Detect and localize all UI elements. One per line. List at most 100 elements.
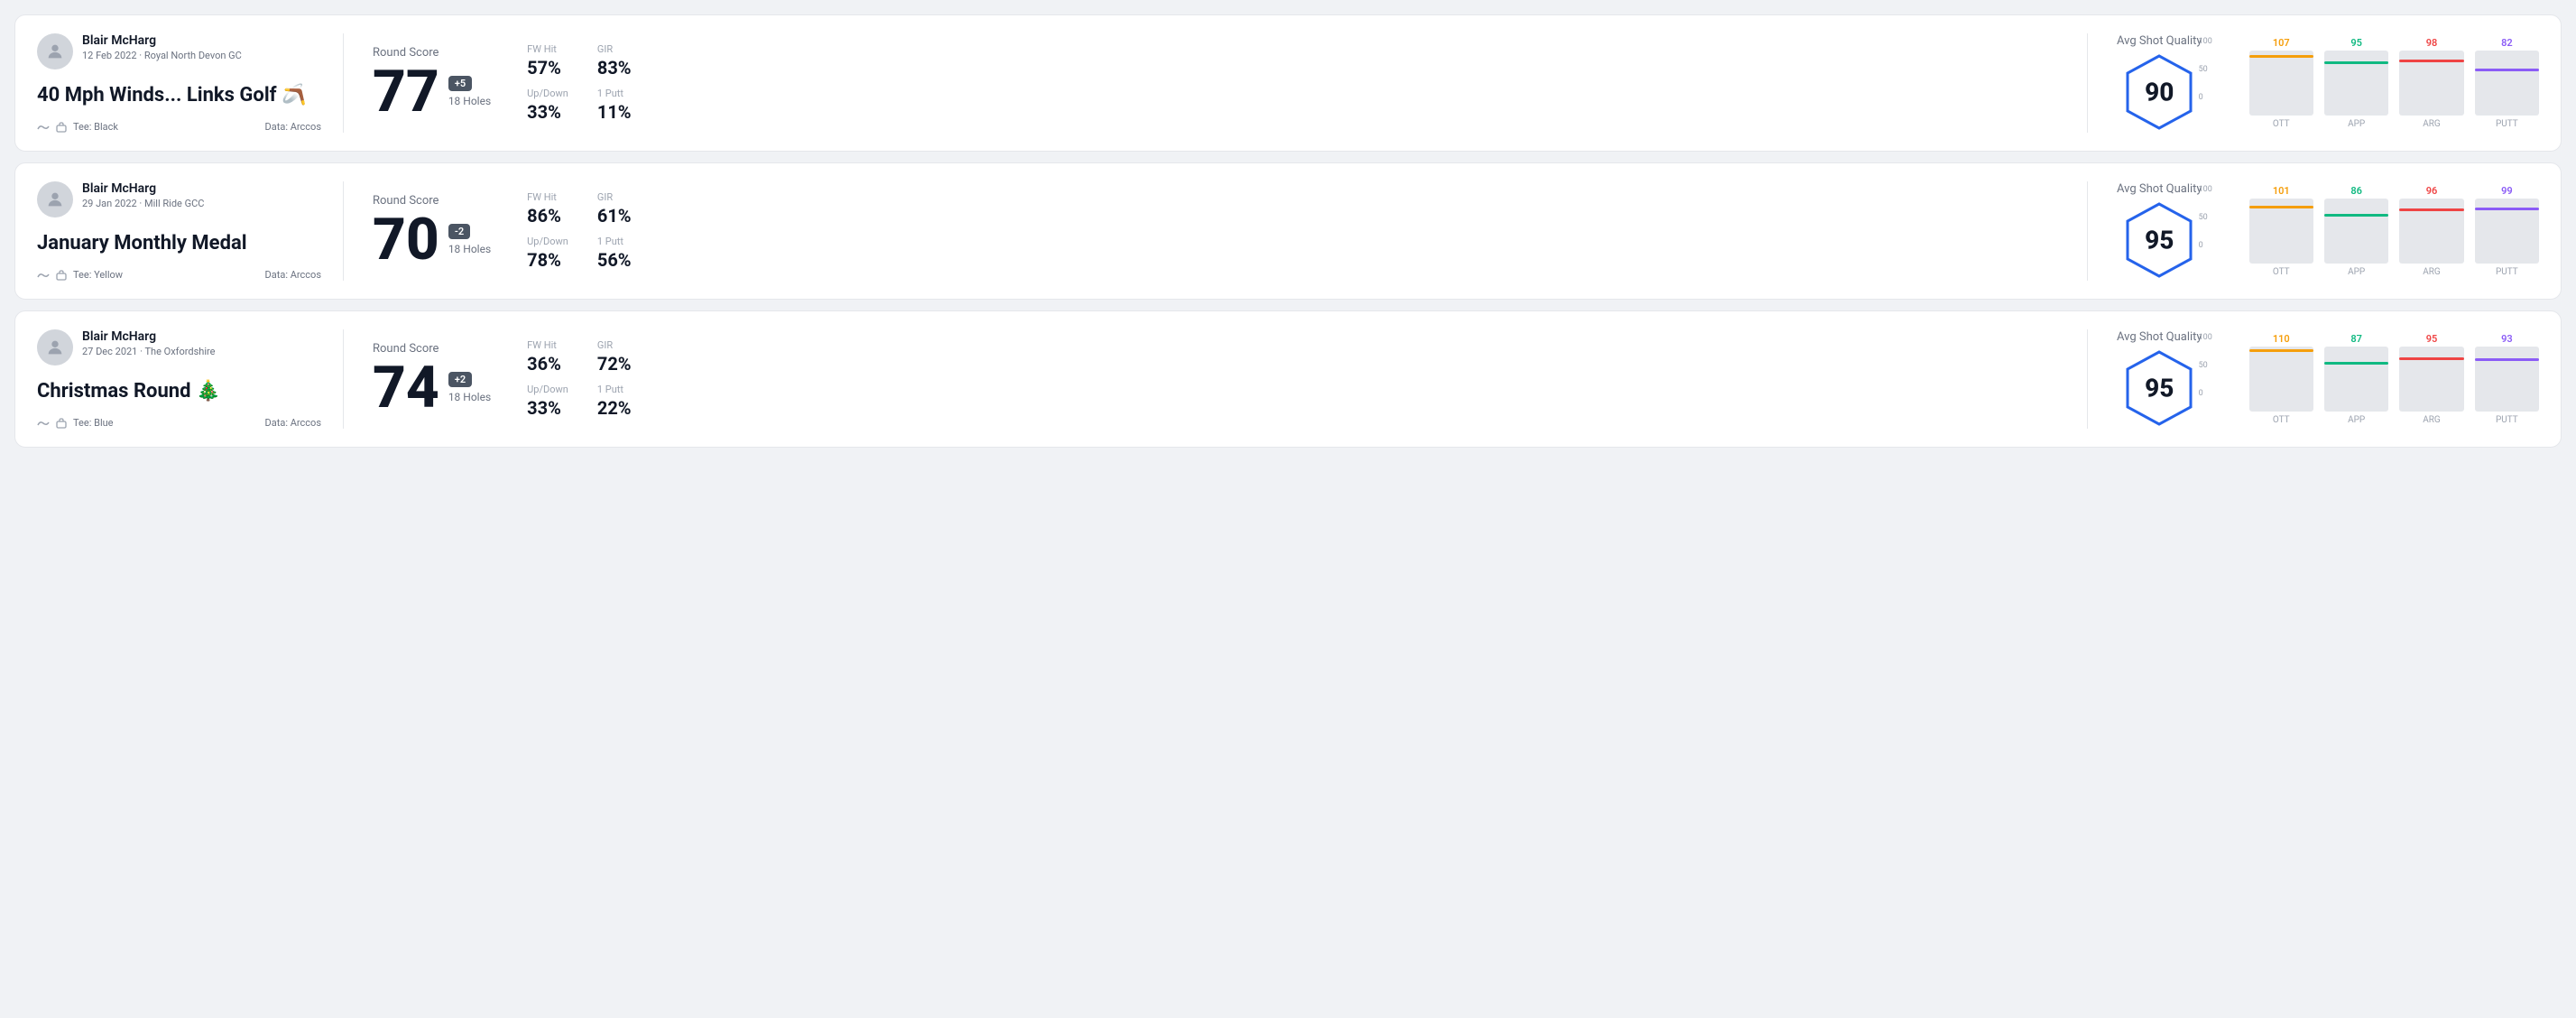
bar-label-ott: OTT bbox=[2249, 119, 2313, 129]
stat-up-down: Up/Down 33% bbox=[527, 384, 568, 419]
avatar bbox=[37, 329, 73, 366]
bar-label-ott: OTT bbox=[2249, 267, 2313, 277]
tee-info: Tee: Blue bbox=[37, 417, 114, 429]
quality-label: Avg Shot Quality bbox=[2117, 34, 2202, 48]
bag-icon bbox=[55, 122, 68, 133]
stat-fw-hit-value: 86% bbox=[527, 205, 568, 227]
user-details: Blair McHarg29 Jan 2022 · Mill Ride GCC bbox=[82, 181, 204, 209]
bar-marker-app bbox=[2324, 362, 2388, 365]
stat-gir: GIR72% bbox=[597, 339, 639, 375]
stats-grid: FW Hit86%GIR61%Up/Down78%1 Putt56% bbox=[527, 191, 638, 271]
user-details: Blair McHarg27 Dec 2021 · The Oxfordshir… bbox=[82, 329, 215, 357]
weather-icon bbox=[37, 271, 50, 280]
chart-values-row: 110879593 bbox=[2249, 333, 2539, 345]
stats-grid: FW Hit36%GIR72%Up/Down33%1 Putt22% bbox=[527, 339, 638, 419]
stat-gir-value: 72% bbox=[597, 353, 639, 375]
user-details: Blair McHarg12 Feb 2022 · Royal North De… bbox=[82, 33, 242, 61]
quality-label: Avg Shot Quality bbox=[2117, 330, 2202, 344]
round-left-section: Blair McHarg12 Feb 2022 · Royal North De… bbox=[37, 33, 344, 133]
bar-value-app: 86 bbox=[2324, 185, 2388, 197]
bar-label-putt: PUTT bbox=[2475, 415, 2539, 425]
score-block: Round Score70-218 Holes bbox=[373, 194, 491, 269]
bar-marker-ott bbox=[2249, 206, 2313, 208]
round-card: Blair McHarg27 Dec 2021 · The Oxfordshir… bbox=[14, 310, 2562, 448]
chart-bars-row bbox=[2249, 51, 2539, 116]
bar-value-putt: 93 bbox=[2475, 333, 2539, 345]
user-info: Blair McHarg12 Feb 2022 · Royal North De… bbox=[37, 33, 321, 69]
data-source: Data: Arccos bbox=[265, 121, 321, 133]
score-diff-badge: -2 bbox=[448, 224, 470, 239]
bar-col-arg bbox=[2399, 199, 2463, 264]
user-info: Blair McHarg27 Dec 2021 · The Oxfordshir… bbox=[37, 329, 321, 366]
stat-fw-hit: FW Hit57% bbox=[527, 43, 568, 79]
stat-gir: GIR61% bbox=[597, 191, 639, 227]
stat-one-putt-label: 1 Putt bbox=[597, 384, 639, 395]
round-left-section: Blair McHarg27 Dec 2021 · The Oxfordshir… bbox=[37, 329, 344, 429]
chart-bars-row bbox=[2249, 347, 2539, 412]
bag-icon bbox=[55, 418, 68, 429]
weather-icon bbox=[37, 419, 50, 428]
bar-value-ott: 110 bbox=[2249, 333, 2313, 345]
score-diff-badge: +5 bbox=[448, 76, 472, 91]
bar-value-ott: 101 bbox=[2249, 185, 2313, 197]
round-right-section: Avg Shot Quality 95100500101869699OTTAPP… bbox=[2088, 181, 2539, 281]
bar-chart-wrapper: 100500101869699OTTAPPARGPUTT bbox=[2224, 185, 2539, 277]
score-number: 77 bbox=[373, 63, 439, 121]
bar-col-putt bbox=[2475, 199, 2539, 264]
round-title: Christmas Round 🎄 bbox=[37, 380, 321, 403]
hex-score: 95 bbox=[2145, 373, 2174, 403]
hex-score: 90 bbox=[2145, 77, 2174, 106]
bar-marker-app bbox=[2324, 61, 2388, 64]
round-middle-section: Round Score74+218 HolesFW Hit36%GIR72%Up… bbox=[344, 329, 2088, 429]
quality-block: Avg Shot Quality 90 bbox=[2117, 34, 2202, 133]
stat-fw-hit-label: FW Hit bbox=[527, 191, 568, 203]
round-card: Blair McHarg12 Feb 2022 · Royal North De… bbox=[14, 14, 2562, 152]
stat-gir-value: 61% bbox=[597, 205, 639, 227]
bar-marker-app bbox=[2324, 214, 2388, 217]
bar-label-arg: ARG bbox=[2399, 267, 2463, 277]
hexagon-wrapper: 95 bbox=[2119, 199, 2200, 281]
stat-up-down-label: Up/Down bbox=[527, 384, 568, 395]
weather-icon bbox=[37, 123, 50, 132]
stat-up-down-label: Up/Down bbox=[527, 236, 568, 247]
hex-score: 95 bbox=[2145, 225, 2174, 255]
quality-label: Avg Shot Quality bbox=[2117, 182, 2202, 196]
round-title: 40 Mph Winds... Links Golf 🪃 bbox=[37, 84, 321, 106]
round-left-section: Blair McHarg29 Jan 2022 · Mill Ride GCC J… bbox=[37, 181, 344, 281]
round-footer: Tee: BlueData: Arccos bbox=[37, 417, 321, 429]
bar-label-arg: ARG bbox=[2399, 415, 2463, 425]
bar-col-arg bbox=[2399, 51, 2463, 116]
bar-label-app: APP bbox=[2324, 119, 2388, 129]
bar-label-ott: OTT bbox=[2249, 415, 2313, 425]
stat-up-down-label: Up/Down bbox=[527, 88, 568, 99]
bar-label-putt: PUTT bbox=[2475, 119, 2539, 129]
bar-label-app: APP bbox=[2324, 415, 2388, 425]
score-diff-badge: +2 bbox=[448, 372, 472, 387]
bar-value-arg: 95 bbox=[2399, 333, 2463, 345]
chart-labels-row: OTT APP ARG PUTT bbox=[2249, 415, 2539, 425]
stat-gir: GIR83% bbox=[597, 43, 639, 79]
round-middle-section: Round Score77+518 HolesFW Hit57%GIR83%Up… bbox=[344, 33, 2088, 133]
bar-marker-putt bbox=[2475, 208, 2539, 210]
tee-label: Tee: Black bbox=[73, 121, 118, 133]
stat-one-putt: 1 Putt 11% bbox=[597, 88, 639, 123]
chart-bars-row bbox=[2249, 199, 2539, 264]
tee-label: Tee: Yellow bbox=[73, 269, 123, 281]
bar-col-putt bbox=[2475, 347, 2539, 412]
bar-col-ott bbox=[2249, 51, 2313, 116]
y-axis: 100500 bbox=[2199, 333, 2212, 398]
stat-up-down-value: 33% bbox=[527, 397, 568, 419]
bar-marker-putt bbox=[2475, 358, 2539, 361]
stat-one-putt-value: 22% bbox=[597, 397, 639, 419]
chart-values-row: 107959882 bbox=[2249, 37, 2539, 49]
stat-one-putt-label: 1 Putt bbox=[597, 88, 639, 99]
bar-chart-wrapper: 100500110879593OTTAPPARGPUTT bbox=[2224, 333, 2539, 425]
round-right-section: Avg Shot Quality 90100500107959882OTTAPP… bbox=[2088, 33, 2539, 133]
bar-marker-arg bbox=[2399, 60, 2463, 62]
bar-label-arg: ARG bbox=[2399, 119, 2463, 129]
bar-marker-arg bbox=[2399, 357, 2463, 360]
stat-one-putt-value: 11% bbox=[597, 101, 639, 123]
bar-col-app bbox=[2324, 51, 2388, 116]
round-footer: Tee: Black Data: Arccos bbox=[37, 121, 321, 133]
round-title: January Monthly Medal bbox=[37, 232, 321, 255]
